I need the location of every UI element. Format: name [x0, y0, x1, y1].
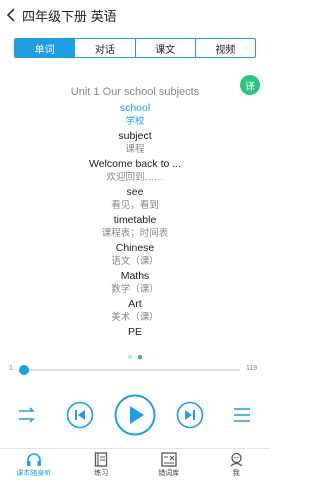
tab-dialogue[interactable]: 对话: [74, 39, 134, 57]
word-chinese: 学校: [125, 116, 145, 127]
progress-track[interactable]: [22, 369, 240, 371]
word-english: Maths: [120, 270, 150, 282]
skip-next-icon: [176, 401, 204, 429]
skip-previous-icon: [66, 401, 94, 429]
nav-item-wrong-words[interactable]: 错词库: [135, 449, 203, 480]
header-bar: 四年级下册 英语: [0, 0, 270, 30]
nav-label: 错词库: [158, 470, 180, 477]
book-icon: [92, 451, 110, 467]
back-button[interactable]: [0, 0, 22, 30]
player-controls: [0, 392, 270, 438]
playlist-button[interactable]: [230, 404, 254, 426]
previous-button[interactable]: [66, 401, 94, 429]
unit-title: Unit 1 Our school subjects: [70, 86, 200, 98]
word-english: Art: [128, 298, 142, 310]
word-entry[interactable]: Chinese 语文（课）: [0, 241, 270, 269]
chevron-left-icon: [6, 8, 15, 22]
play-mode-button[interactable]: [16, 404, 40, 426]
nav-item-practice[interactable]: 练习: [68, 449, 136, 480]
page-dot: [128, 355, 132, 359]
word-entry[interactable]: see 看见，看到: [0, 185, 270, 213]
word-entry[interactable]: Maths 数学（课）: [0, 269, 270, 297]
word-entry[interactable]: PE: [0, 325, 270, 339]
word-chinese: 语文（课）: [111, 256, 159, 267]
nav-label: 课本随身听: [16, 470, 52, 477]
tab-bar: 单词 对话 课文 视频: [14, 38, 256, 58]
word-chinese: 课程表；时间表: [101, 228, 169, 239]
tab-text[interactable]: 课文: [134, 39, 195, 57]
nav-item-me[interactable]: 我: [203, 449, 271, 480]
progress-current: 1: [9, 365, 13, 372]
headphones-icon: [25, 451, 43, 467]
page-title: 四年级下册 英语: [22, 8, 117, 24]
nav-label: 我: [232, 470, 240, 477]
tab-words[interactable]: 单词: [15, 39, 75, 57]
menu-list-icon: [234, 408, 250, 422]
nav-item-textbook-audio[interactable]: 课本随身听: [0, 449, 68, 480]
page-indicator: [0, 355, 270, 359]
play-icon: [114, 394, 156, 436]
word-english: Chinese: [115, 242, 155, 254]
user-icon: [227, 451, 245, 467]
word-chinese: 美术（课）: [111, 312, 159, 323]
word-chinese: 看见，看到: [111, 200, 159, 211]
word-entry[interactable]: school 学校: [0, 101, 270, 129]
word-english: see: [126, 186, 144, 198]
play-button[interactable]: [114, 394, 156, 436]
word-english: timetable: [113, 214, 157, 226]
word-english: subject: [118, 130, 152, 142]
shuffle-icon: [19, 407, 35, 423]
word-entry[interactable]: timetable 课程表；时间表: [0, 213, 270, 241]
bottom-nav: 课本随身听 练习 错词库 我: [0, 448, 270, 480]
word-entry[interactable]: Welcome back to ... 欢迎回到……: [0, 157, 270, 185]
wrong-words-icon: [160, 451, 178, 467]
word-english: Welcome back to ...: [88, 158, 181, 170]
word-chinese: 数学（课）: [111, 284, 159, 295]
nav-label: 练习: [94, 470, 109, 477]
word-english: PE: [127, 326, 142, 338]
tab-video[interactable]: 视频: [194, 39, 255, 57]
next-button[interactable]: [176, 401, 204, 429]
word-entry[interactable]: Art 美术（课）: [0, 297, 270, 325]
word-chinese: 课程: [125, 144, 145, 155]
progress-thumb[interactable]: [19, 365, 29, 375]
word-entry[interactable]: subject 课程: [0, 129, 270, 157]
page-dot-active: [138, 355, 142, 359]
word-english: school: [119, 102, 151, 114]
word-list[interactable]: Unit 1 Our school subjects school 学校 sub…: [0, 84, 270, 342]
word-chinese: 欢迎回到……: [106, 172, 164, 183]
progress-total: 119: [246, 365, 258, 372]
progress-row: 1 119: [0, 362, 270, 378]
